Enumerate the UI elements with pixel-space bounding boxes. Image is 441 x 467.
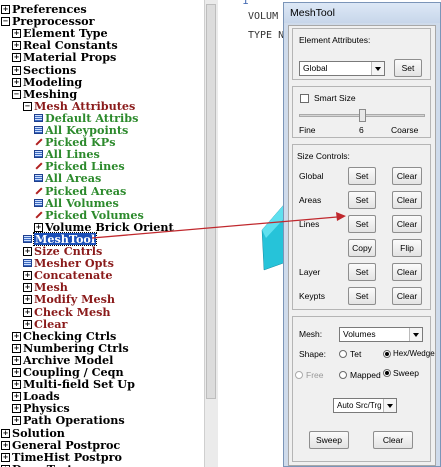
arrow-line: [91, 216, 338, 239]
annotation-arrow: [91, 212, 346, 239]
arrow-head: [336, 212, 346, 221]
